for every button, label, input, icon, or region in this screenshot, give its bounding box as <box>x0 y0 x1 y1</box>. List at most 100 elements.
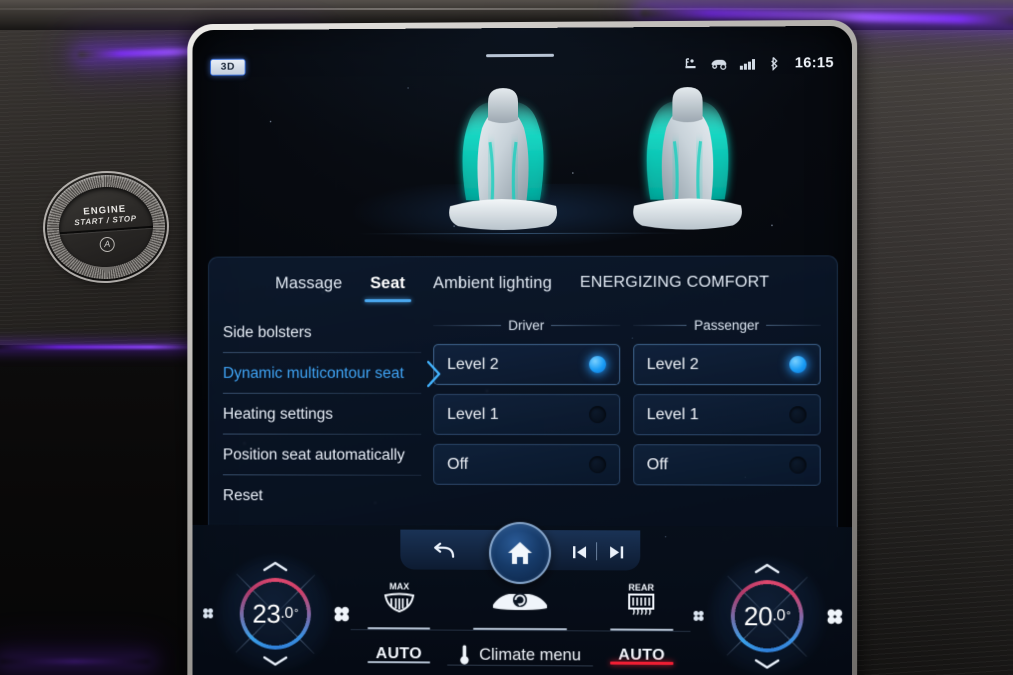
dash-top-highlight <box>0 8 1013 10</box>
home-icon <box>506 540 534 566</box>
tab-ambient-lighting[interactable]: Ambient lighting <box>419 273 566 292</box>
status-bar-icons: 16:15 <box>684 55 834 72</box>
svg-text:REAR: REAR <box>629 582 655 592</box>
back-arrow-icon[interactable] <box>432 542 456 562</box>
temp-integer: 20 <box>744 601 773 632</box>
sidebar-item-heating-settings[interactable]: Heating settings <box>223 394 425 435</box>
engine-start-stop-button[interactable]: ENGINE START / STOP A <box>47 175 165 279</box>
radio-button[interactable] <box>789 406 806 423</box>
passenger-fan-decrease-icon[interactable] <box>692 609 706 623</box>
driver-option-level-1[interactable]: Level 1 <box>433 394 619 435</box>
driver-seat-graphic <box>449 88 557 230</box>
driver-option-off[interactable]: Off <box>433 444 619 485</box>
status-bar-spacer <box>246 64 684 67</box>
climate-center-controls: MAX REAR AUTO Climate menu AUTO <box>351 571 691 675</box>
ambient-light-strip-bottom <box>0 660 150 663</box>
passenger-option-level-1[interactable]: Level 1 <box>633 394 821 435</box>
tab-massage[interactable]: Massage <box>261 274 356 293</box>
signal-bars-icon <box>740 57 759 71</box>
sidebar-item-side-bolsters[interactable]: Side bolsters <box>223 312 425 353</box>
sidebar-item-label: Reset <box>223 487 263 505</box>
climate-menu-button[interactable]: Climate menu <box>447 644 593 667</box>
header-rule-right <box>551 324 619 325</box>
sidebar-item-dynamic-multicontour-seat[interactable]: Dynamic multicontour seat <box>223 353 425 394</box>
passenger-column: Passenger Level 2 Level 1 Off <box>633 313 821 527</box>
bluetooth-icon <box>771 56 780 70</box>
option-label: Level 2 <box>647 355 699 373</box>
option-label: Off <box>647 456 668 474</box>
passenger-auto-button[interactable]: AUTO <box>593 646 691 665</box>
header-rule-left <box>633 324 687 325</box>
previous-track-icon[interactable] <box>572 544 588 560</box>
option-label: Level 2 <box>447 356 498 374</box>
engine-button-seam <box>59 226 153 235</box>
dash-trim-right <box>838 20 1013 675</box>
tab-seat[interactable]: Seat <box>356 274 419 293</box>
next-track-icon[interactable] <box>608 544 624 560</box>
temp-degree-symbol: ° <box>294 608 298 620</box>
sidebar-item-label: Position seat automatically <box>223 446 405 464</box>
view-3d-badge[interactable]: 3D <box>210 58 246 75</box>
tab-bar: Massage Seat Ambient lighting ENERGIZING… <box>209 256 837 309</box>
radio-button-selected[interactable] <box>589 356 606 373</box>
header-rule-right <box>766 324 821 325</box>
car-service-icon <box>710 57 729 71</box>
sidebar-item-label: Heating settings <box>223 405 333 423</box>
status-bar: 3D 16:15 <box>192 50 852 80</box>
temp-integer: 23 <box>252 598 280 629</box>
driver-temperature-dial[interactable]: 23.0 ° <box>215 553 336 675</box>
car-recirculation-icon <box>487 585 553 617</box>
driver-column-header: Driver <box>433 313 619 337</box>
passenger-temp-down-icon[interactable] <box>754 657 780 670</box>
passenger-auto-underline-active <box>610 662 672 665</box>
seat-settings-sidebar: Side bolsters Dynamic multicontour seat … <box>209 309 425 526</box>
radio-button-selected[interactable] <box>789 356 806 373</box>
driver-fan-decrease-icon[interactable] <box>201 606 215 620</box>
passenger-fan-increase-icon[interactable] <box>825 607 845 627</box>
passenger-column-title: Passenger <box>694 317 759 332</box>
climate-menu-underline <box>447 665 593 667</box>
climate-bar: 23.0 ° 20 .0 ° MAX REAR AUTO Climate men… <box>192 525 852 675</box>
driver-temp-up-icon[interactable] <box>262 560 288 573</box>
seat-3d-illustration[interactable] <box>192 78 852 251</box>
thermometer-icon <box>459 644 470 666</box>
climate-icon-row: MAX REAR <box>351 571 691 631</box>
infotainment-screen[interactable]: 3D 16:15 Massage Seat Ambient lighting E… <box>192 26 852 675</box>
driver-auto-button[interactable]: AUTO <box>351 645 448 664</box>
chevron-right-icon <box>427 359 442 387</box>
driver-auto-underline <box>368 661 430 663</box>
driver-temp-down-icon[interactable] <box>262 654 288 667</box>
temp-decimal: .0 <box>280 605 293 623</box>
passenger-temp-up-icon[interactable] <box>754 562 780 575</box>
option-label: Level 1 <box>447 405 498 423</box>
radio-button[interactable] <box>589 406 606 423</box>
car-interior-scene: ENGINE START / STOP A 3D 16:15 Massage S… <box>0 0 1013 675</box>
driver-option-level-2[interactable]: Level 2 <box>433 344 619 385</box>
driver-column: Driver Level 2 Level 1 Off <box>433 313 619 526</box>
dash-trim-lower <box>0 345 215 675</box>
passenger-temperature-dial[interactable]: 20.0 ° <box>706 555 829 675</box>
passenger-option-level-2[interactable]: Level 2 <box>633 344 821 385</box>
seat-settings-panel: Massage Seat Ambient lighting ENERGIZING… <box>208 255 838 527</box>
option-label: Off <box>447 455 468 473</box>
passenger-option-off[interactable]: Off <box>633 444 821 486</box>
climate-menu: Climate menu <box>459 644 581 667</box>
passenger-seat-graphic <box>633 87 742 230</box>
rear-defrost-button[interactable]: REAR <box>593 572 691 631</box>
seat-memory-icon <box>684 57 699 71</box>
radio-button[interactable] <box>789 457 806 474</box>
sidebar-item-reset[interactable]: Reset <box>223 475 425 516</box>
passenger-column-header: Passenger <box>633 313 821 337</box>
clock-time: 16:15 <box>795 55 834 71</box>
nav-divider <box>596 542 597 560</box>
sidebar-item-label: Dynamic multicontour seat <box>223 364 404 382</box>
radio-button[interactable] <box>589 456 606 473</box>
tab-energizing-comfort[interactable]: ENERGIZING COMFORT <box>566 274 783 292</box>
air-recirculation-button[interactable] <box>447 572 593 631</box>
level-options-area: Driver Level 2 Level 1 Off Passenger Lev… <box>425 309 837 527</box>
driver-fan-increase-icon[interactable] <box>332 604 352 624</box>
front-defrost-button[interactable]: MAX <box>351 571 448 629</box>
driver-column-title: Driver <box>508 317 544 332</box>
sidebar-item-position-seat-automatically[interactable]: Position seat automatically <box>223 435 425 476</box>
climate-menu-label: Climate menu <box>479 645 581 665</box>
